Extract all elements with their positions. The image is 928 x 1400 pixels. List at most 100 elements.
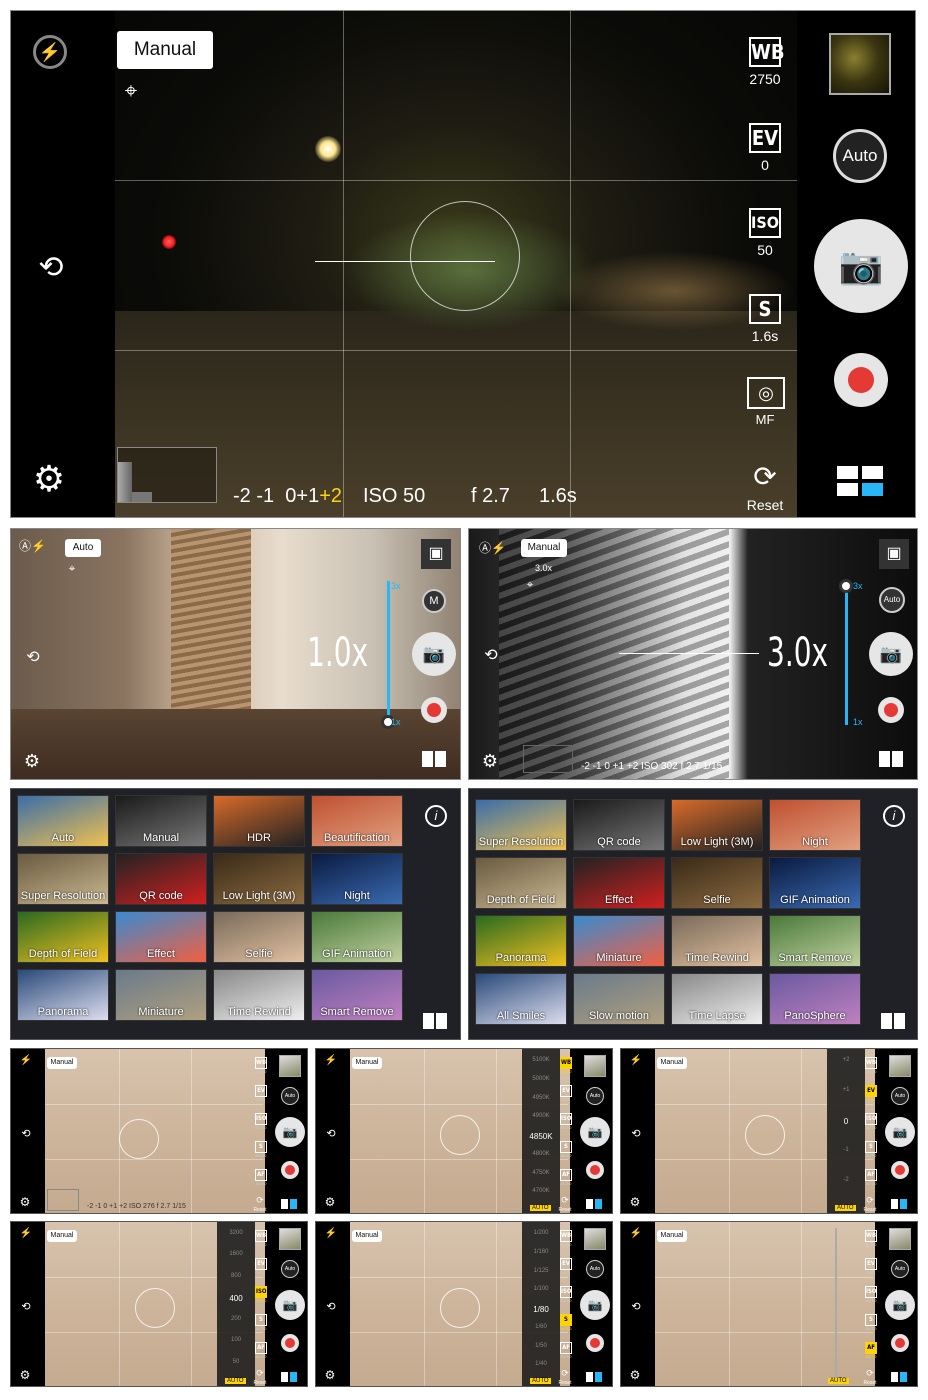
switch-camera-icon[interactable]: ⟲ xyxy=(17,1127,35,1140)
gallery-thumbnail[interactable] xyxy=(279,1228,301,1250)
video-record-button[interactable] xyxy=(421,697,447,723)
wb-button[interactable]: WB xyxy=(255,1057,267,1069)
mode-tile[interactable]: Time Rewind xyxy=(671,915,763,967)
mode-grid-icon[interactable] xyxy=(891,1372,907,1382)
video-record-button[interactable] xyxy=(878,697,904,723)
reset-label[interactable]: Reset xyxy=(859,1207,881,1213)
wb-button[interactable]: WB xyxy=(255,1230,267,1242)
video-record-button[interactable] xyxy=(834,353,888,407)
mode-tile[interactable]: Night xyxy=(311,853,403,905)
focus-ring[interactable] xyxy=(410,201,520,311)
wb-button[interactable]: WB xyxy=(560,1057,572,1069)
mode-tile[interactable]: Effect xyxy=(573,857,665,909)
mode-tile[interactable]: Manual xyxy=(115,795,207,847)
flash-off-icon[interactable]: ⚡ xyxy=(33,35,67,69)
iso-button[interactable]: ISO xyxy=(560,1286,572,1298)
settings-gear-icon[interactable]: ⚙ xyxy=(322,1195,338,1209)
settings-gear-icon[interactable]: ⚙ xyxy=(627,1195,643,1209)
gallery-thumbnail[interactable] xyxy=(279,1055,301,1077)
metering-target-icon[interactable]: ⌖ xyxy=(119,79,143,103)
switch-camera-icon[interactable]: ⟲ xyxy=(21,647,45,667)
auto-mode-button[interactable]: Auto xyxy=(891,1087,909,1105)
ev-button[interactable]: EV xyxy=(749,123,781,153)
mode-tile[interactable]: Miniature xyxy=(115,969,207,1021)
mode-grid-icon[interactable] xyxy=(891,1199,907,1209)
zoom-slider-handle[interactable] xyxy=(839,579,853,593)
auto-mode-button[interactable]: Auto xyxy=(879,587,905,613)
mode-grid-icon[interactable] xyxy=(422,751,446,767)
ev-button[interactable]: EV xyxy=(865,1085,877,1097)
focus-ring[interactable] xyxy=(440,1115,480,1155)
iso-button[interactable]: ISO xyxy=(865,1113,877,1125)
mode-tile[interactable]: Super Resolution xyxy=(17,853,109,905)
ev-button[interactable]: EV xyxy=(865,1258,877,1270)
reset-label[interactable]: Reset xyxy=(554,1207,576,1213)
settings-gear-icon[interactable]: ⚙ xyxy=(17,1368,33,1382)
shutter-capture-button[interactable]: 📷 xyxy=(885,1117,915,1147)
iso-button[interactable]: ISO xyxy=(255,1286,267,1298)
mode-grid-icon[interactable] xyxy=(586,1372,602,1382)
shutter-capture-button[interactable]: 📷 xyxy=(580,1290,610,1320)
video-record-button[interactable] xyxy=(586,1161,604,1179)
s-button[interactable]: S xyxy=(865,1314,877,1326)
auto-mode-button[interactable]: Auto xyxy=(281,1260,299,1278)
focus-ring[interactable] xyxy=(119,1119,159,1159)
mode-tile[interactable]: Low Light (3M) xyxy=(671,799,763,851)
wb-button[interactable]: WB xyxy=(865,1057,877,1069)
mode-grid-icon[interactable] xyxy=(881,1013,905,1029)
gallery-thumbnail[interactable]: ▣ xyxy=(421,539,451,569)
wb-button[interactable]: WB xyxy=(749,37,785,67)
mode-tile[interactable]: Effect xyxy=(115,911,207,963)
viewfinder[interactable]: Manual ⌖ -2 -1 0+1+2 ISO 50 f 2.7 1.6s W… xyxy=(115,11,797,517)
mode-tile[interactable]: All Smiles xyxy=(475,973,567,1025)
gallery-thumbnail[interactable] xyxy=(889,1055,911,1077)
video-record-button[interactable] xyxy=(586,1334,604,1352)
mode-tile[interactable]: Depth of Field xyxy=(475,857,567,909)
mode-label[interactable]: Auto xyxy=(65,539,101,557)
auto-mode-button[interactable]: Auto xyxy=(281,1087,299,1105)
mode-label[interactable]: Manual xyxy=(47,1057,77,1069)
shutter-capture-button[interactable]: 📷 xyxy=(275,1290,305,1320)
mode-tile[interactable]: Miniature xyxy=(573,915,665,967)
switch-camera-icon[interactable]: ⟲ xyxy=(479,645,503,665)
focus-ring[interactable] xyxy=(745,1115,785,1155)
mode-grid-icon[interactable] xyxy=(586,1199,602,1209)
gallery-thumbnail[interactable] xyxy=(889,1228,911,1250)
mode-label[interactable]: Manual xyxy=(47,1230,77,1242)
flash-auto-icon[interactable]: Ⓐ⚡ xyxy=(479,539,506,556)
zoom-slider[interactable] xyxy=(845,585,848,725)
video-record-button[interactable] xyxy=(281,1161,299,1179)
switch-camera-icon[interactable]: ⟲ xyxy=(627,1300,645,1313)
wb-button[interactable]: WB xyxy=(560,1230,572,1242)
reset-icon[interactable]: ⟳ xyxy=(558,1368,572,1379)
auto-tag[interactable]: AUTO xyxy=(530,1205,551,1211)
settings-gear-icon[interactable]: ⚙ xyxy=(17,1195,33,1209)
reset-icon[interactable]: ⟳ xyxy=(253,1368,267,1379)
af-button[interactable]: AF xyxy=(255,1169,267,1181)
metering-target-icon[interactable]: ⌖ xyxy=(523,577,537,592)
mode-grid-icon[interactable] xyxy=(281,1372,297,1382)
mode-tile[interactable]: Low Light (3M) xyxy=(213,853,305,905)
switch-camera-icon[interactable]: ⟲ xyxy=(322,1127,340,1140)
gallery-thumbnail[interactable] xyxy=(584,1055,606,1077)
manual-mode-button[interactable]: M xyxy=(422,589,446,613)
flash-off-icon[interactable]: ⚡ xyxy=(629,1228,643,1239)
iso-button[interactable]: ISO xyxy=(749,208,781,238)
reset-label[interactable]: Reset xyxy=(859,1380,881,1386)
flash-off-icon[interactable]: ⚡ xyxy=(629,1055,643,1066)
viewfinder[interactable] xyxy=(655,1222,875,1386)
auto-mode-button[interactable]: Auto xyxy=(586,1087,604,1105)
auto-tag[interactable]: AUTO xyxy=(530,1378,551,1384)
shutter-capture-button[interactable]: 📷 xyxy=(885,1290,915,1320)
mode-label[interactable]: Manual xyxy=(657,1230,687,1242)
switch-camera-icon[interactable]: ⟲ xyxy=(322,1300,340,1313)
shutter-capture-button[interactable]: 📷 xyxy=(412,632,456,676)
manual-focus-icon[interactable]: ◎ xyxy=(747,377,785,409)
ev-button[interactable]: EV xyxy=(560,1258,572,1270)
zoom-slider[interactable] xyxy=(387,581,390,721)
mode-tile[interactable]: QR code xyxy=(573,799,665,851)
reset-label[interactable]: Reset xyxy=(554,1380,576,1386)
ev-button[interactable]: EV xyxy=(560,1085,572,1097)
s-button[interactable]: S xyxy=(255,1141,267,1153)
iso-button[interactable]: ISO xyxy=(865,1286,877,1298)
